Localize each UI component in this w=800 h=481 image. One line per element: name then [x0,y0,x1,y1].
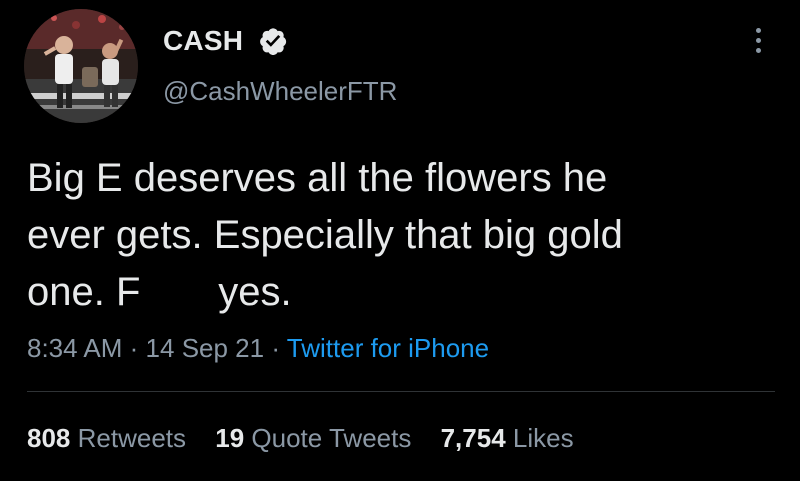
retweets-count: 808 [27,423,71,453]
tweet-text-line: one. F yes. [27,270,292,314]
more-options-icon[interactable] [750,28,766,58]
engagement-stats: 808 Retweets 19 Quote Tweets 7,754 Likes [27,421,596,455]
tweet-text-line: ever gets. Especially that big gold [27,213,623,257]
retweets-stat[interactable]: 808 Retweets [27,423,186,453]
likes-stat[interactable]: 7,754 Likes [441,423,574,453]
quote-tweets-count: 19 [215,423,245,453]
tweet-date[interactable]: 14 Sep 21 [146,333,265,363]
display-name[interactable]: CASH [163,25,243,57]
meta-separator: · [271,333,281,363]
tweet-time[interactable]: 8:34 AM [27,333,122,363]
retweets-label: Retweets [77,423,187,453]
tweet-card: CASH @CashWheelerFTR Big E deserves all … [0,0,800,481]
likes-label: Likes [512,423,574,453]
tweet-source-link[interactable]: Twitter for iPhone [287,333,489,363]
verified-badge-icon [260,28,287,55]
tweet-text: Big E deserves all the flowers he ever g… [27,150,757,321]
avatar-photo [24,9,138,123]
quote-tweets-stat[interactable]: 19 Quote Tweets [215,423,411,453]
avatar[interactable] [24,9,138,123]
divider [27,391,775,392]
quote-tweets-label: Quote Tweets [251,423,412,453]
tweet-metadata: 8:34 AM · 14 Sep 21 · Twitter for iPhone [27,331,489,365]
likes-count: 7,754 [440,423,506,453]
meta-separator: · [129,333,139,363]
tweet-text-line: Big E deserves all the flowers he [27,156,608,200]
user-handle[interactable]: @CashWheelerFTR [163,76,397,106]
